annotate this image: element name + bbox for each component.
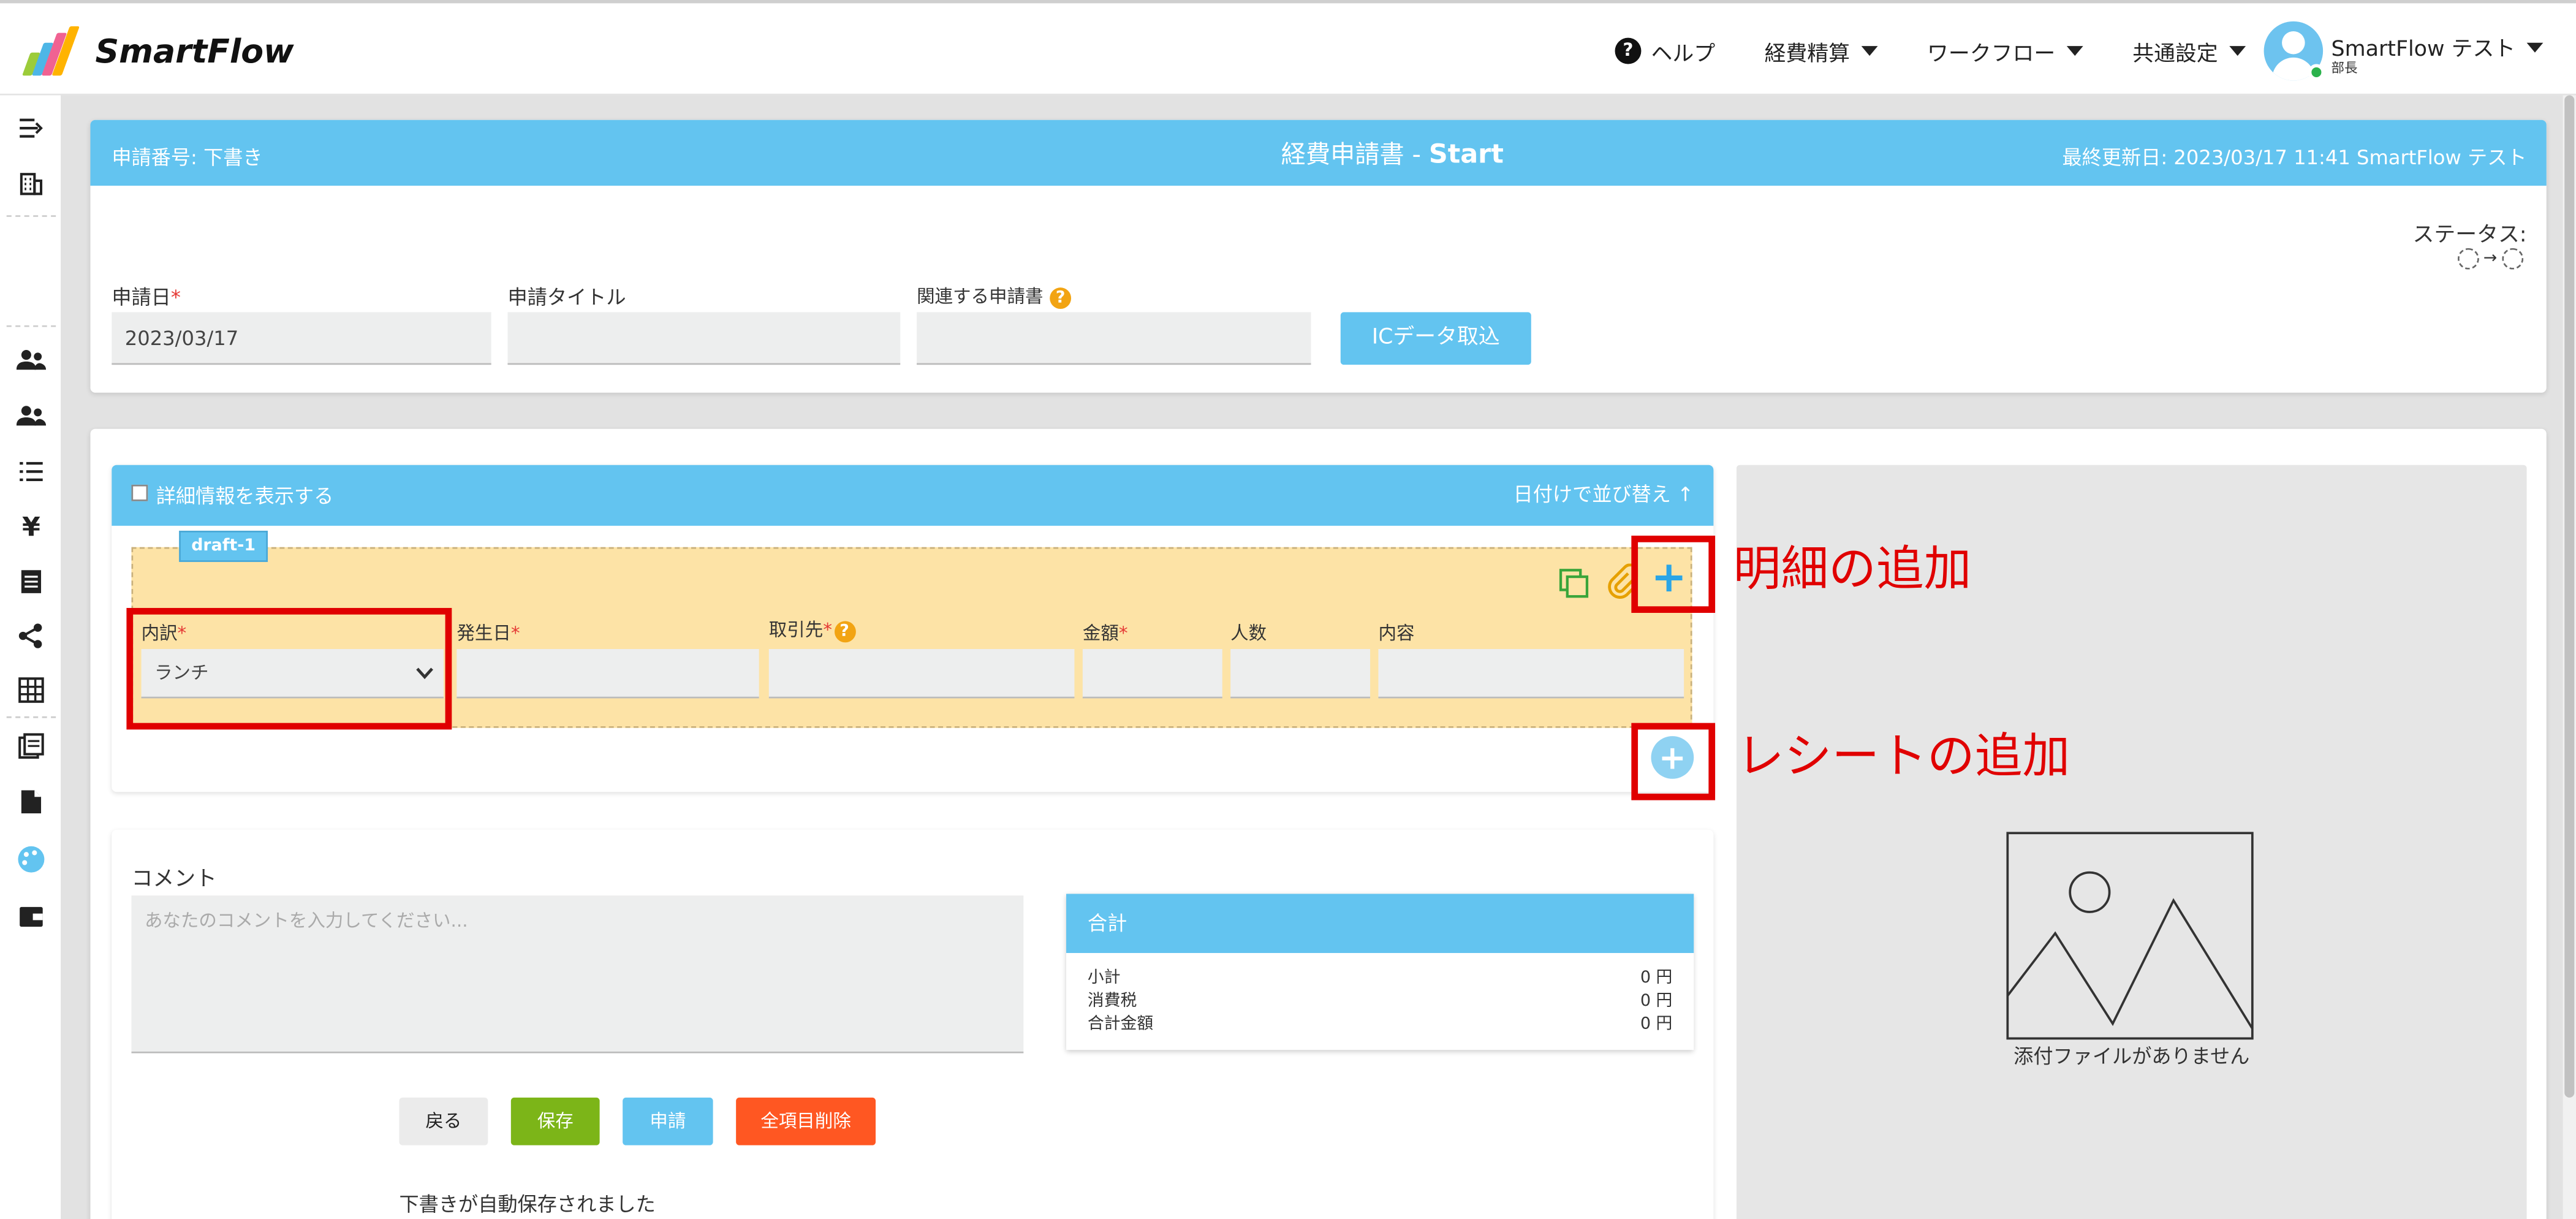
sidebar-toggle-icon[interactable] — [0, 105, 63, 151]
comment-label: コメント — [131, 867, 217, 892]
brand-name: SmartFlow — [95, 31, 294, 71]
help-icon: ? — [1615, 37, 1642, 64]
comment-card: コメント あなたのコメントを入力してください... 合計 小計 0 円 消費税 0 … — [112, 829, 1714, 1219]
menu-expense[interactable]: 経費精算 — [1765, 36, 1878, 67]
vendor-input[interactable] — [768, 648, 1075, 699]
share-icon[interactable] — [0, 613, 63, 659]
list-icon[interactable] — [0, 449, 63, 495]
receipt-icon[interactable] — [0, 559, 63, 605]
logo[interactable]: SmartFlow — [20, 26, 294, 76]
breakdown-highlight-box — [126, 607, 452, 730]
no-attachment-text: 添付ファイルがありません — [2013, 1045, 2250, 1068]
chevron-down-icon — [2066, 46, 2083, 56]
help-question-icon: ? — [833, 620, 855, 642]
scrollbar[interactable] — [2563, 95, 2576, 1219]
comment-placeholder: あなたのコメントを入力してください... — [144, 910, 468, 932]
totals-panel: 合計 小計 0 円 消費税 0 円 合計金額 0 円 — [1066, 894, 1694, 1050]
sort-by-date-button[interactable]: 日付けで並び替え ↑ — [1513, 480, 1694, 508]
menu-settings-label: 共通設定 — [2132, 42, 2218, 67]
application-date-field[interactable]: 2023/03/17 — [112, 312, 491, 365]
file-icon[interactable] — [0, 779, 63, 825]
table-icon[interactable] — [0, 667, 63, 713]
copy-icon[interactable] — [1558, 567, 1591, 606]
vendor-label: 取引先*? — [769, 616, 855, 642]
online-status-icon — [2308, 64, 2325, 81]
add-detail-highlight-box — [1631, 536, 1716, 613]
occurrence-date-label: 発生日* — [456, 623, 520, 644]
draft-tag: draft-1 — [179, 530, 268, 562]
chevron-down-icon — [1861, 46, 1878, 56]
add-detail-annotation: 明細の追加 — [1733, 541, 1972, 597]
help-label: ヘルプ — [1651, 42, 1716, 67]
add-receipt-highlight-box — [1631, 723, 1716, 800]
people-input[interactable] — [1230, 648, 1371, 699]
help-link[interactable]: ? ヘルプ — [1615, 36, 1716, 67]
occurrence-date-input[interactable] — [456, 648, 759, 699]
save-button[interactable]: 保存 — [510, 1097, 600, 1145]
amount-label: 金額* — [1082, 623, 1128, 644]
chevron-down-icon — [2229, 46, 2246, 56]
comment-textarea[interactable]: あなたのコメントを入力してください... — [131, 895, 1024, 1054]
show-detail-label: 詳細情報を表示する — [156, 484, 334, 508]
menu-expense-label: 経費精算 — [1764, 42, 1851, 67]
chevron-down-icon — [2526, 42, 2544, 52]
user-menu[interactable]: SmartFlow テスト — [2332, 31, 2544, 63]
menu-workflow[interactable]: ワークフロー — [1927, 36, 2083, 67]
users-icon[interactable] — [0, 337, 63, 383]
status-label: ステータス: — [2412, 223, 2527, 248]
yen-icon[interactable]: ¥ — [0, 503, 63, 549]
related-application-label: 関連する申請書? — [917, 283, 1072, 309]
ic-data-import-button[interactable]: ICデータ取込 — [1340, 312, 1531, 365]
apply-button[interactable]: 申請 — [623, 1097, 713, 1145]
status-pending-icon — [2457, 248, 2479, 270]
details-header: 詳細情報を表示する 日付けで並び替え ↑ — [112, 465, 1714, 526]
user-role: 部長 — [2331, 61, 2358, 76]
application-date-label: 申請日* — [112, 286, 181, 309]
arrow-up-icon: ↑ — [1677, 483, 1694, 506]
status-flow: → — [2457, 248, 2524, 270]
sidebar: ¥ — [0, 95, 63, 1219]
totals-rows: 小計 0 円 消費税 0 円 合計金額 0 円 — [1088, 968, 1672, 1037]
back-button[interactable]: 戻る — [399, 1097, 488, 1145]
content-input[interactable] — [1378, 648, 1684, 699]
top-bar: SmartFlow ? ヘルプ 経費精算 ワークフロー 共通設定 SmartFl… — [0, 0, 2576, 98]
image-placeholder-icon — [2006, 832, 2254, 1040]
form-header-bar: 申請番号: 下書き 経費申請書 - Start 最終更新日: 2023/03/1… — [90, 120, 2547, 186]
building-icon[interactable] — [0, 161, 63, 207]
documents-icon[interactable] — [0, 723, 63, 769]
related-application-field[interactable] — [917, 312, 1311, 365]
wallet-icon[interactable] — [0, 894, 63, 940]
arrow-right-icon: → — [2483, 249, 2498, 268]
menu-workflow-label: ワークフロー — [1927, 42, 2056, 67]
last-updated: 最終更新日: 2023/03/17 11:41 SmartFlow テスト — [2062, 146, 2527, 170]
status-pending-icon — [2502, 248, 2524, 270]
user-name: SmartFlow テスト — [2331, 37, 2516, 63]
tax-row: 消費税 0 円 — [1087, 992, 1673, 1011]
app-window: SmartFlow ? ヘルプ 経費精算 ワークフロー 共通設定 SmartFl… — [0, 0, 2576, 1219]
application-title-label: 申請タイトル — [507, 286, 626, 309]
form-header-card: 申請番号: 下書き 経費申請書 - Start 最終更新日: 2023/03/1… — [90, 120, 2547, 393]
application-title-input[interactable] — [507, 312, 901, 365]
amount-input[interactable] — [1082, 648, 1222, 699]
logo-mark-icon — [20, 26, 82, 76]
total-row: 合計金額 0 円 — [1087, 1015, 1673, 1034]
menu-settings[interactable]: 共通設定 — [2132, 36, 2246, 67]
user-group-icon[interactable] — [0, 393, 63, 439]
palette-icon[interactable] — [0, 837, 63, 883]
help-question-icon: ? — [1050, 286, 1072, 308]
content-label: 内容 — [1378, 623, 1415, 644]
totals-header: 合計 — [1066, 894, 1694, 953]
show-detail-checkbox[interactable] — [131, 484, 148, 501]
autosave-message: 下書きが自動保存されました — [399, 1193, 656, 1216]
clear-all-button[interactable]: 全項目削除 — [736, 1097, 876, 1145]
subtotal-row: 小計 0 円 — [1087, 969, 1673, 988]
main-nav: ? ヘルプ 経費精算 ワークフロー 共通設定 — [1615, 3, 2295, 98]
people-label: 人数 — [1230, 623, 1267, 644]
add-receipt-annotation: レシートの追加 — [1736, 727, 2070, 784]
